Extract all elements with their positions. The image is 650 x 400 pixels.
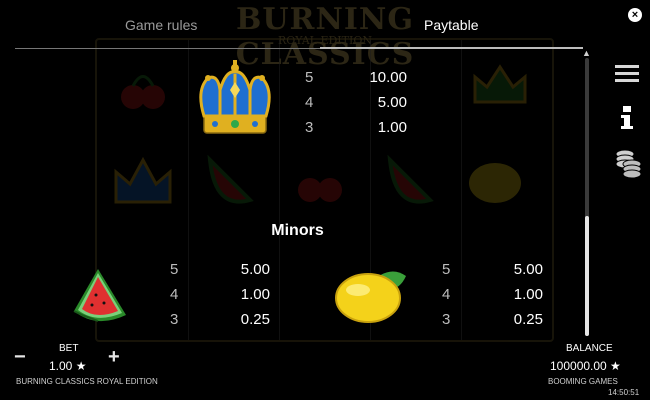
crown-count-3: 3: [305, 119, 314, 136]
crown-value-4: 5.00: [377, 94, 407, 111]
scroll-up-arrow[interactable]: ▲: [582, 48, 591, 58]
background-crown-icon-2: [473, 64, 527, 104]
bet-increase-button[interactable]: +: [108, 346, 120, 369]
lemon-count-3: 3: [442, 311, 451, 328]
crown-count-5: 5: [305, 69, 314, 86]
info-icon[interactable]: [620, 106, 634, 130]
background-watermelon-icon-2: [387, 155, 434, 204]
lemon-value-4: 1.00: [513, 286, 543, 303]
background-crown-icon: [114, 156, 172, 204]
bet-label: BET: [59, 343, 79, 354]
watermelon-count-4: 4: [170, 286, 179, 303]
lemon-count-4: 4: [442, 286, 451, 303]
background-cherry-icon: [121, 75, 165, 109]
tab-game-rules[interactable]: Game rules: [125, 17, 197, 33]
clock: 14:50:51: [608, 388, 640, 397]
minors-heading: Minors: [271, 222, 324, 239]
watermelon-value-4: 1.00: [240, 286, 270, 303]
crown-value-5: 10.00: [369, 69, 407, 86]
bet-value: 1.00 ★: [49, 359, 87, 373]
menu-icon[interactable]: [614, 64, 640, 84]
watermelon-value-5: 5.00: [240, 261, 270, 278]
watermelon-count-5: 5: [170, 261, 179, 278]
lemon-value-5: 5.00: [513, 261, 543, 278]
background-cherry-icon-2: [298, 178, 342, 202]
lemon-icon: [335, 271, 406, 323]
lemon-value-3: 0.25: [513, 311, 543, 328]
watermelon-count-3: 3: [170, 311, 179, 328]
watermelon-value-3: 0.25: [240, 311, 270, 328]
crown-icon: [199, 60, 271, 134]
crown-value-3: 1.00: [377, 119, 407, 136]
game-name: BURNING CLASSICS ROYAL EDITION: [16, 377, 158, 386]
coins-icon[interactable]: [614, 148, 642, 178]
bet-decrease-button[interactable]: −: [14, 346, 26, 369]
close-icon: ×: [631, 9, 639, 21]
lemon-count-5: 5: [442, 261, 451, 278]
brand-name: BOOMING GAMES: [548, 377, 618, 386]
balance-label: BALANCE: [566, 343, 613, 354]
background-lemon-icon: [469, 163, 521, 203]
close-button[interactable]: ×: [628, 8, 642, 22]
tab-paytable[interactable]: Paytable: [424, 17, 478, 33]
tab-active-underline: [320, 47, 583, 49]
watermelon-icon: [73, 269, 126, 322]
background-watermelon-icon: [207, 155, 254, 204]
balance-value: 100000.00 ★: [550, 359, 621, 373]
crown-count-4: 4: [305, 94, 314, 111]
